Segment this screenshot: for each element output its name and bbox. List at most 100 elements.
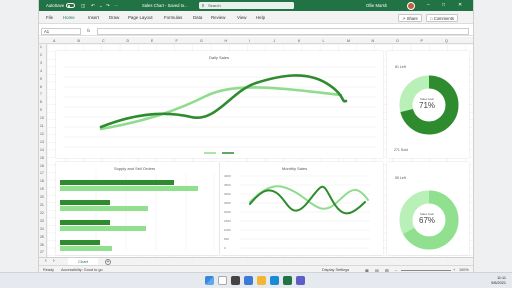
column-header[interactable]: B	[78, 39, 80, 43]
donut2-percent: 67%	[419, 216, 436, 225]
sales-goal-donut-2[interactable]: 55 Left Sales Goal 67%	[387, 162, 469, 255]
monthly-sales-chart[interactable]: Monthly Sales 4000 3500 3000 2500 2000 1500 10…	[220, 162, 383, 255]
row-header[interactable]: 13	[40, 140, 44, 144]
share-button[interactable]: ↗ Share	[398, 13, 422, 22]
row-header[interactable]: 21	[40, 203, 44, 207]
column-header[interactable]: N	[372, 39, 375, 43]
supply-sell-chart[interactable]: Supply and Sell Orders	[56, 162, 219, 255]
column-header[interactable]: J	[274, 39, 276, 43]
column-header[interactable]: G	[200, 39, 203, 43]
row-header[interactable]: 9	[40, 108, 42, 112]
row-header[interactable]: 15	[40, 156, 44, 160]
edge-icon[interactable]	[270, 276, 279, 285]
row-header[interactable]: 6	[40, 85, 42, 89]
maximize-icon[interactable]: □	[442, 2, 445, 8]
column-header[interactable]: M	[347, 39, 350, 43]
chevron-down-icon[interactable]: ⌄	[99, 3, 103, 8]
tab-data[interactable]: Data	[193, 15, 202, 20]
column-header[interactable]: F	[176, 39, 178, 43]
column-header[interactable]: K	[298, 39, 300, 43]
row-header[interactable]: 16	[40, 164, 44, 168]
row-header[interactable]: 7	[40, 92, 42, 96]
start-icon[interactable]	[205, 276, 214, 285]
row-header[interactable]: 27	[40, 250, 44, 254]
file-name[interactable]: Sales Chart - Saved to...	[142, 3, 188, 8]
column-header[interactable]: Q	[445, 39, 448, 43]
column-header[interactable]: O	[396, 39, 399, 43]
display-settings[interactable]: Display Settings	[322, 268, 349, 272]
search-icon[interactable]	[218, 276, 227, 285]
row-header[interactable]: 25	[40, 235, 44, 239]
teams-icon[interactable]	[296, 276, 305, 285]
row-header[interactable]: 12	[40, 132, 44, 136]
tab-home[interactable]: Home	[63, 15, 75, 20]
formula-input[interactable]	[97, 27, 469, 35]
row-header[interactable]: 24	[40, 227, 44, 231]
tab-formulas[interactable]: Formulas	[164, 15, 182, 20]
search-box[interactable]: ⚲ Search	[199, 2, 294, 9]
minimize-icon[interactable]: –	[427, 2, 430, 8]
comments-button[interactable]: □ Comments	[426, 13, 458, 22]
row-header[interactable]: 11	[40, 124, 44, 128]
column-header[interactable]: C	[102, 39, 105, 43]
row-header[interactable]: 20	[40, 195, 44, 199]
tab-review[interactable]: Review	[211, 15, 225, 20]
status-bar: Ready Accessibility: Good to go Display …	[39, 265, 473, 272]
undo-icon[interactable]: ↶	[91, 3, 95, 8]
donut1-percent: 71%	[419, 101, 436, 110]
tab-insert[interactable]: Insert	[88, 15, 99, 20]
avatar[interactable]	[407, 1, 415, 10]
excel-taskbar-icon[interactable]	[283, 276, 292, 285]
name-box[interactable]: A1	[41, 27, 81, 35]
column-header[interactable]: I	[249, 39, 250, 43]
close-icon[interactable]: ✕	[458, 2, 462, 8]
column-header[interactable]: P	[421, 39, 423, 43]
task-view-icon[interactable]	[231, 276, 240, 285]
tab-page-layout[interactable]: Page Layout	[128, 15, 153, 20]
row-header[interactable]: 19	[40, 187, 44, 191]
column-header[interactable]: L	[323, 39, 325, 43]
column-header[interactable]: E	[151, 39, 153, 43]
row-header[interactable]: 10	[40, 116, 44, 120]
clock[interactable]: 11:11 9/6/2021	[491, 276, 506, 286]
tab-draw[interactable]: Draw	[109, 15, 119, 20]
row-header[interactable]: 18	[40, 179, 44, 183]
ribbon: File Home Insert Draw Page Layout Formul…	[39, 11, 473, 24]
row-header[interactable]: 14	[40, 148, 44, 152]
column-header[interactable]: A	[53, 39, 55, 43]
tab-view[interactable]: View	[237, 15, 246, 20]
save-icon[interactable]: ◫	[81, 3, 85, 8]
row-header[interactable]: 3	[40, 61, 42, 65]
sales-goal-donut-1[interactable]: 81 Left Sales Goal 71% 271 Sold	[387, 51, 469, 158]
fx-icon[interactable]: fx	[87, 28, 90, 33]
row-header[interactable]: 2	[40, 53, 42, 57]
tab-file[interactable]: File	[46, 15, 53, 20]
next-sheet-icon[interactable]: ›	[53, 258, 55, 264]
zoom-level[interactable]: 100%	[459, 268, 469, 272]
row-header[interactable]: 1	[40, 45, 42, 49]
row-header[interactable]: 22	[40, 211, 44, 215]
autosave-toggle[interactable]	[66, 3, 75, 8]
zoom-in-icon[interactable]: +	[453, 268, 455, 272]
row-header[interactable]: 23	[40, 219, 44, 223]
more-icon[interactable]: ⋯	[114, 3, 119, 8]
row-header[interactable]: 17	[40, 171, 44, 175]
column-header[interactable]: D	[127, 39, 130, 43]
tab-help[interactable]: Help	[256, 15, 265, 20]
row-header[interactable]: 8	[40, 100, 42, 104]
row-header[interactable]: 5	[40, 77, 42, 81]
user-name[interactable]: Ollie Marsh	[366, 3, 387, 8]
redo-icon[interactable]: ↷	[106, 3, 110, 8]
zoom-slider[interactable]	[401, 269, 451, 271]
donut2-ring	[399, 190, 459, 250]
accessibility-status[interactable]: Accessibility: Good to go	[61, 268, 103, 272]
widgets-icon[interactable]	[244, 276, 253, 285]
search-icon: ⚲	[201, 3, 205, 8]
prev-sheet-icon[interactable]: ‹	[45, 258, 47, 264]
row-header[interactable]: 26	[40, 243, 44, 247]
column-header[interactable]: H	[225, 39, 228, 43]
row-header[interactable]: 4	[40, 69, 42, 73]
daily-sales-chart[interactable]: Daily Sales	[56, 51, 383, 158]
zoom-out-icon[interactable]: –	[395, 268, 397, 272]
file-explorer-icon[interactable]	[257, 276, 266, 285]
